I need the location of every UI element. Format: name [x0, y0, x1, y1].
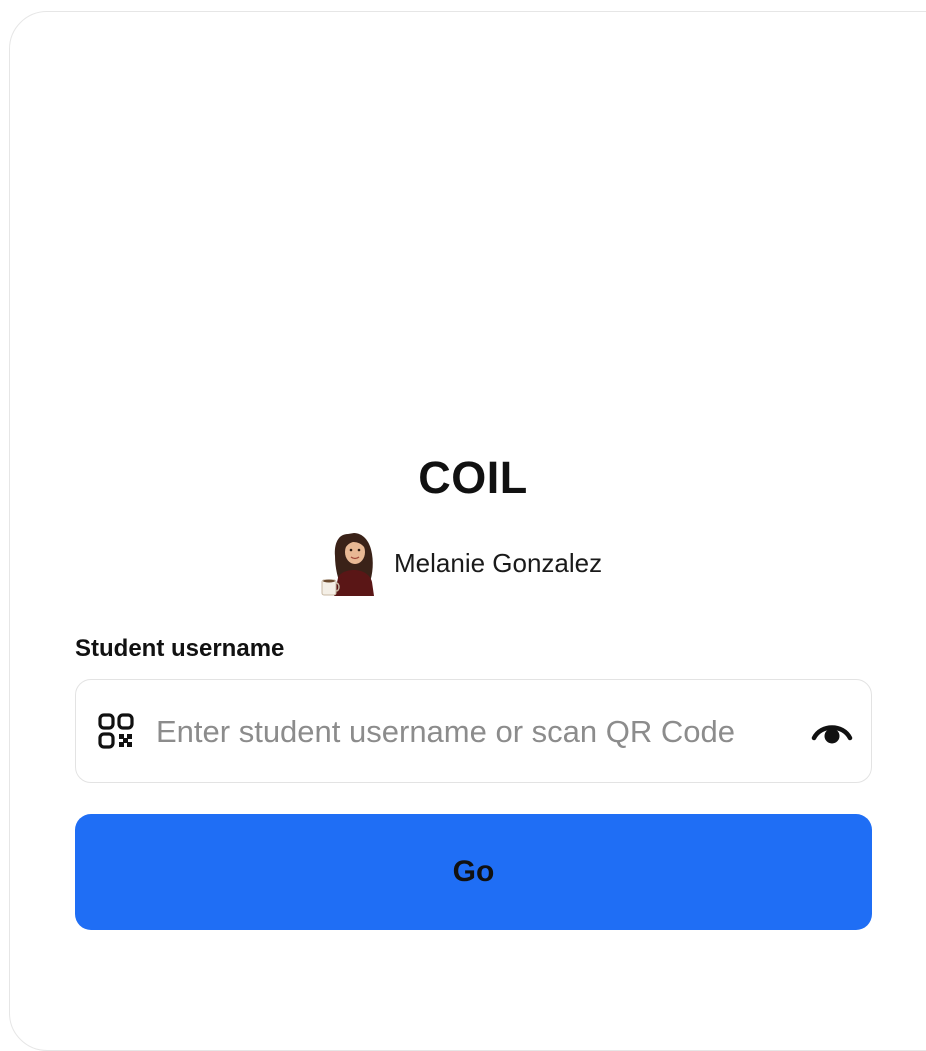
app-title: COIL [418, 452, 528, 503]
eye-icon[interactable] [811, 716, 853, 746]
teacher-avatar [320, 528, 382, 598]
student-username-label: Student username [75, 635, 285, 662]
student-username-field[interactable] [75, 679, 872, 783]
teacher-info: Melanie Gonzalez [320, 528, 602, 598]
go-button[interactable]: Go [75, 814, 872, 930]
student-username-input[interactable] [156, 700, 796, 764]
qr-code-icon[interactable] [98, 713, 134, 749]
teacher-name: Melanie Gonzalez [394, 547, 603, 578]
